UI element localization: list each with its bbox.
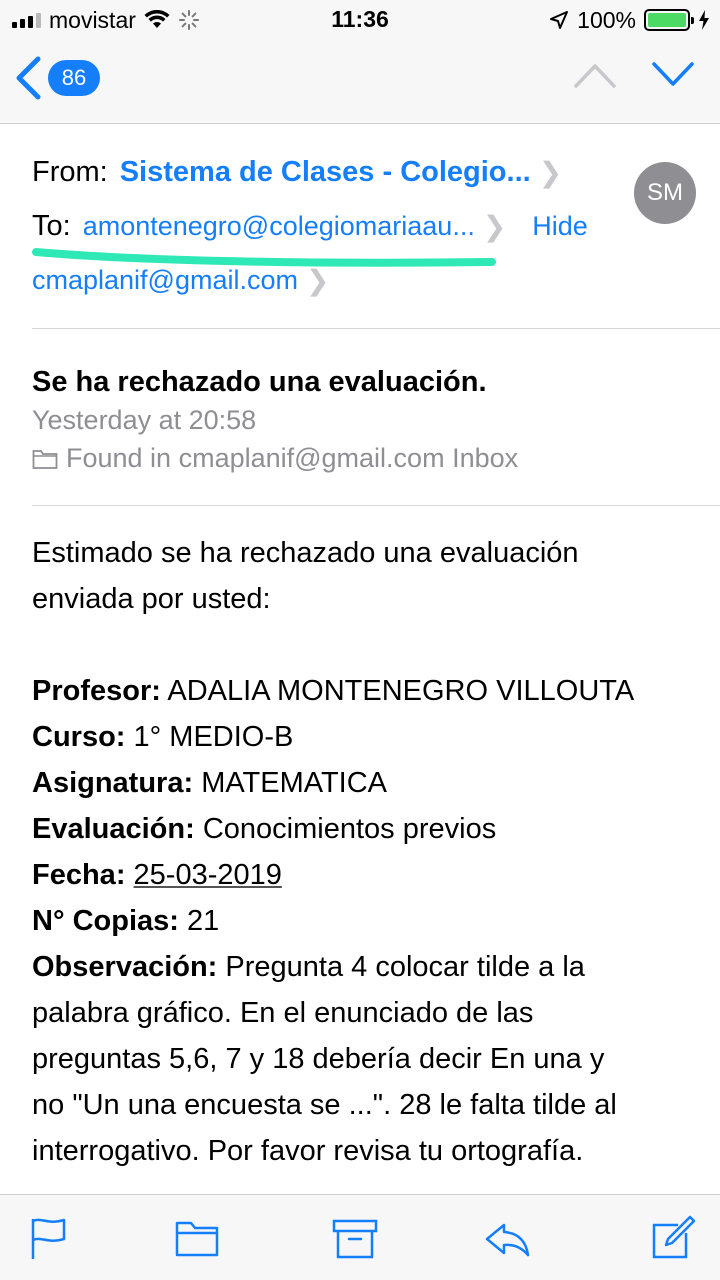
cc-recipient[interactable]: cmaplanif@gmail.com [32, 265, 298, 296]
bottom-toolbar [0, 1194, 720, 1280]
evaluacion-field: Evaluación: Conocimientos previos [32, 813, 497, 845]
status-bar: movistar 11:36 100% [0, 0, 720, 40]
battery-percent: 100% [577, 6, 636, 33]
status-right: 100% [549, 6, 710, 34]
from-row: From: Sistema de Clases - Colegio... ❯ [32, 156, 562, 189]
previous-message-button[interactable] [574, 62, 616, 88]
observacion-line: preguntas 5,6, 7 y 18 debería decir En u… [32, 1043, 605, 1075]
reply-icon[interactable] [484, 1215, 530, 1261]
header-divider [32, 328, 720, 329]
back-button[interactable]: 86 [14, 56, 100, 100]
fecha-field: Fecha: 25-03-2019 [32, 859, 282, 891]
found-in-label: Found in cmaplanif@gmail.com Inbox [66, 443, 519, 473]
message-datetime: Yesterday at 20:58 [32, 405, 257, 435]
message-body: Estimado se ha rechazado una evaluación … [32, 530, 702, 1174]
observacion-line: palabra gráfico. En el enunciado de las [32, 997, 534, 1029]
location-arrow-icon [550, 11, 569, 29]
observacion-field: Observación: Pregunta 4 colocar tilde a … [32, 951, 585, 983]
to-row: To: amontenegro@colegiomariaau... ❯ Hide [32, 210, 588, 243]
cc-row: cmaplanif@gmail.com ❯ [32, 264, 329, 297]
date-link[interactable]: 25-03-2019 [134, 859, 282, 891]
message-navigation [574, 62, 694, 88]
from-sender[interactable]: Sistema de Clases - Colegio... [120, 156, 531, 189]
from-label: From: [32, 156, 108, 188]
to-recipient[interactable]: amontenegro@colegiomariaau... [83, 211, 475, 242]
observacion-line: interrogativo. Por favor revisa tu ortog… [32, 1135, 584, 1167]
observacion-line: no "Un una encuesta se ...". 28 le falta… [32, 1089, 617, 1121]
charging-bolt-icon [699, 10, 709, 30]
message-subject: Se ha rechazado una evaluación. [32, 366, 487, 398]
flag-icon[interactable] [26, 1215, 72, 1261]
chevron-right-icon: ❯ [306, 265, 330, 296]
profesor-field: Profesor: ADALIA MONTENEGRO VILLOUTA [32, 675, 635, 707]
folder-icon [32, 449, 58, 469]
archive-icon[interactable] [332, 1215, 378, 1261]
avatar[interactable]: SM [634, 162, 696, 224]
curso-field: Curso: 1° MEDIO-B [32, 721, 294, 753]
folder-icon[interactable] [174, 1215, 220, 1261]
asignatura-field: Asignatura: MATEMATICA [32, 767, 388, 799]
next-message-button[interactable] [652, 62, 694, 88]
unread-count-badge: 86 [48, 60, 100, 96]
compose-icon[interactable] [650, 1215, 696, 1261]
chevron-right-icon: ❯ [482, 211, 507, 242]
battery-icon [644, 9, 694, 31]
chevron-left-icon [16, 56, 41, 100]
to-label: To: [32, 210, 71, 242]
found-in-row[interactable]: Found in cmaplanif@gmail.com Inbox [32, 443, 518, 474]
subject-divider [32, 505, 720, 506]
chevron-right-icon: ❯ [538, 157, 563, 188]
intro-line: enviada por usted: [32, 583, 271, 615]
intro-line: Estimado se ha rechazado una evaluación [32, 537, 579, 569]
nav-bar: 86 [0, 40, 720, 124]
hide-button[interactable]: Hide [532, 211, 588, 242]
copias-field: N° Copias: 21 [32, 905, 220, 937]
